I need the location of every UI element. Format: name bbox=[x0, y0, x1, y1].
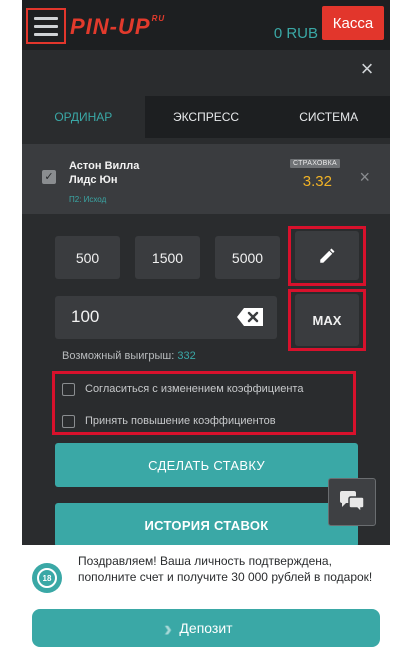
possible-win-value: 332 bbox=[177, 350, 196, 362]
bet-outcome: П2: Исход bbox=[69, 195, 107, 204]
chat-button[interactable] bbox=[328, 478, 376, 526]
possible-win-label: Возможный выигрыш: bbox=[62, 350, 175, 362]
quick-amount-button[interactable]: 5000 bbox=[215, 236, 280, 279]
remove-bet-icon[interactable]: × bbox=[359, 168, 370, 186]
bet-slip-item: ✓ Астон Вилла Лидс Юн П2: Исход СТРАХОВК… bbox=[22, 144, 390, 214]
balance: 0 RUB bbox=[273, 25, 318, 42]
insurance-badge[interactable]: СТРАХОВКА bbox=[290, 159, 340, 168]
stake-value: 100 bbox=[71, 307, 100, 326]
accept-odds-increase-option[interactable]: Принять повышение коэффициентов bbox=[62, 412, 362, 430]
checkbox[interactable] bbox=[62, 382, 75, 396]
chat-icon bbox=[340, 491, 365, 514]
quick-amount-button[interactable]: 1500 bbox=[135, 236, 200, 279]
menu-icon[interactable] bbox=[26, 8, 66, 44]
mobile-app: PIN-UPRU 0 RUB Касса × ОРДИНАР ЭКСПРЕСС … bbox=[22, 0, 390, 658]
stake-input[interactable]: 100 bbox=[55, 296, 277, 339]
bet-odds: 3.32 bbox=[302, 173, 332, 190]
logo-text: PIN-UP bbox=[70, 14, 151, 39]
age-badge-text: 18 bbox=[37, 568, 57, 588]
team-away: Лидс Юн bbox=[69, 174, 118, 186]
possible-win: Возможный выигрыш: 332 bbox=[62, 350, 196, 362]
logo[interactable]: PIN-UPRU bbox=[70, 14, 165, 40]
deposit-button[interactable]: ››› Депозит bbox=[32, 609, 380, 647]
verification-notification: 18 Поздравляем! Ваша личность подтвержде… bbox=[22, 545, 390, 658]
bet-history-button[interactable]: ИСТОРИЯ СТАВОК bbox=[55, 503, 358, 547]
match-teams: Астон Вилла Лидс Юн bbox=[69, 159, 139, 187]
age-18-icon: 18 bbox=[32, 563, 62, 593]
close-icon[interactable]: × bbox=[356, 58, 378, 80]
app-header: PIN-UPRU 0 RUB Касса bbox=[22, 0, 390, 50]
logo-suffix: RU bbox=[151, 14, 166, 23]
bet-checkbox[interactable]: ✓ bbox=[42, 170, 56, 184]
team-home: Астон Вилла bbox=[69, 160, 140, 172]
deposit-label: Депозит bbox=[179, 620, 233, 636]
notification-text: Поздравляем! Ваша личность подтверждена,… bbox=[78, 554, 373, 584]
tab-express[interactable]: ЭКСПРЕСС bbox=[144, 96, 268, 138]
backspace-icon[interactable] bbox=[237, 308, 263, 326]
bet-type-tabs: ОРДИНАР ЭКСПРЕСС СИСТЕМА bbox=[22, 96, 390, 138]
cashier-button[interactable]: Касса bbox=[322, 6, 384, 40]
coupon-bar: × bbox=[22, 50, 390, 90]
checkbox[interactable] bbox=[62, 414, 75, 428]
edit-amounts-button[interactable] bbox=[295, 231, 359, 280]
option-label: Согласиться с изменением коэффициента bbox=[85, 383, 304, 395]
max-stake-button[interactable]: MAX bbox=[295, 294, 359, 346]
quick-amount-button[interactable]: 500 bbox=[55, 236, 120, 279]
tab-single[interactable]: ОРДИНАР bbox=[22, 96, 145, 138]
pencil-icon bbox=[320, 248, 335, 263]
accept-odds-change-option[interactable]: Согласиться с изменением коэффициента bbox=[62, 380, 362, 398]
place-bet-button[interactable]: СДЕЛАТЬ СТАВКУ bbox=[55, 443, 358, 487]
option-label: Принять повышение коэффициентов bbox=[85, 415, 276, 427]
tab-system[interactable]: СИСТЕМА bbox=[267, 96, 390, 138]
